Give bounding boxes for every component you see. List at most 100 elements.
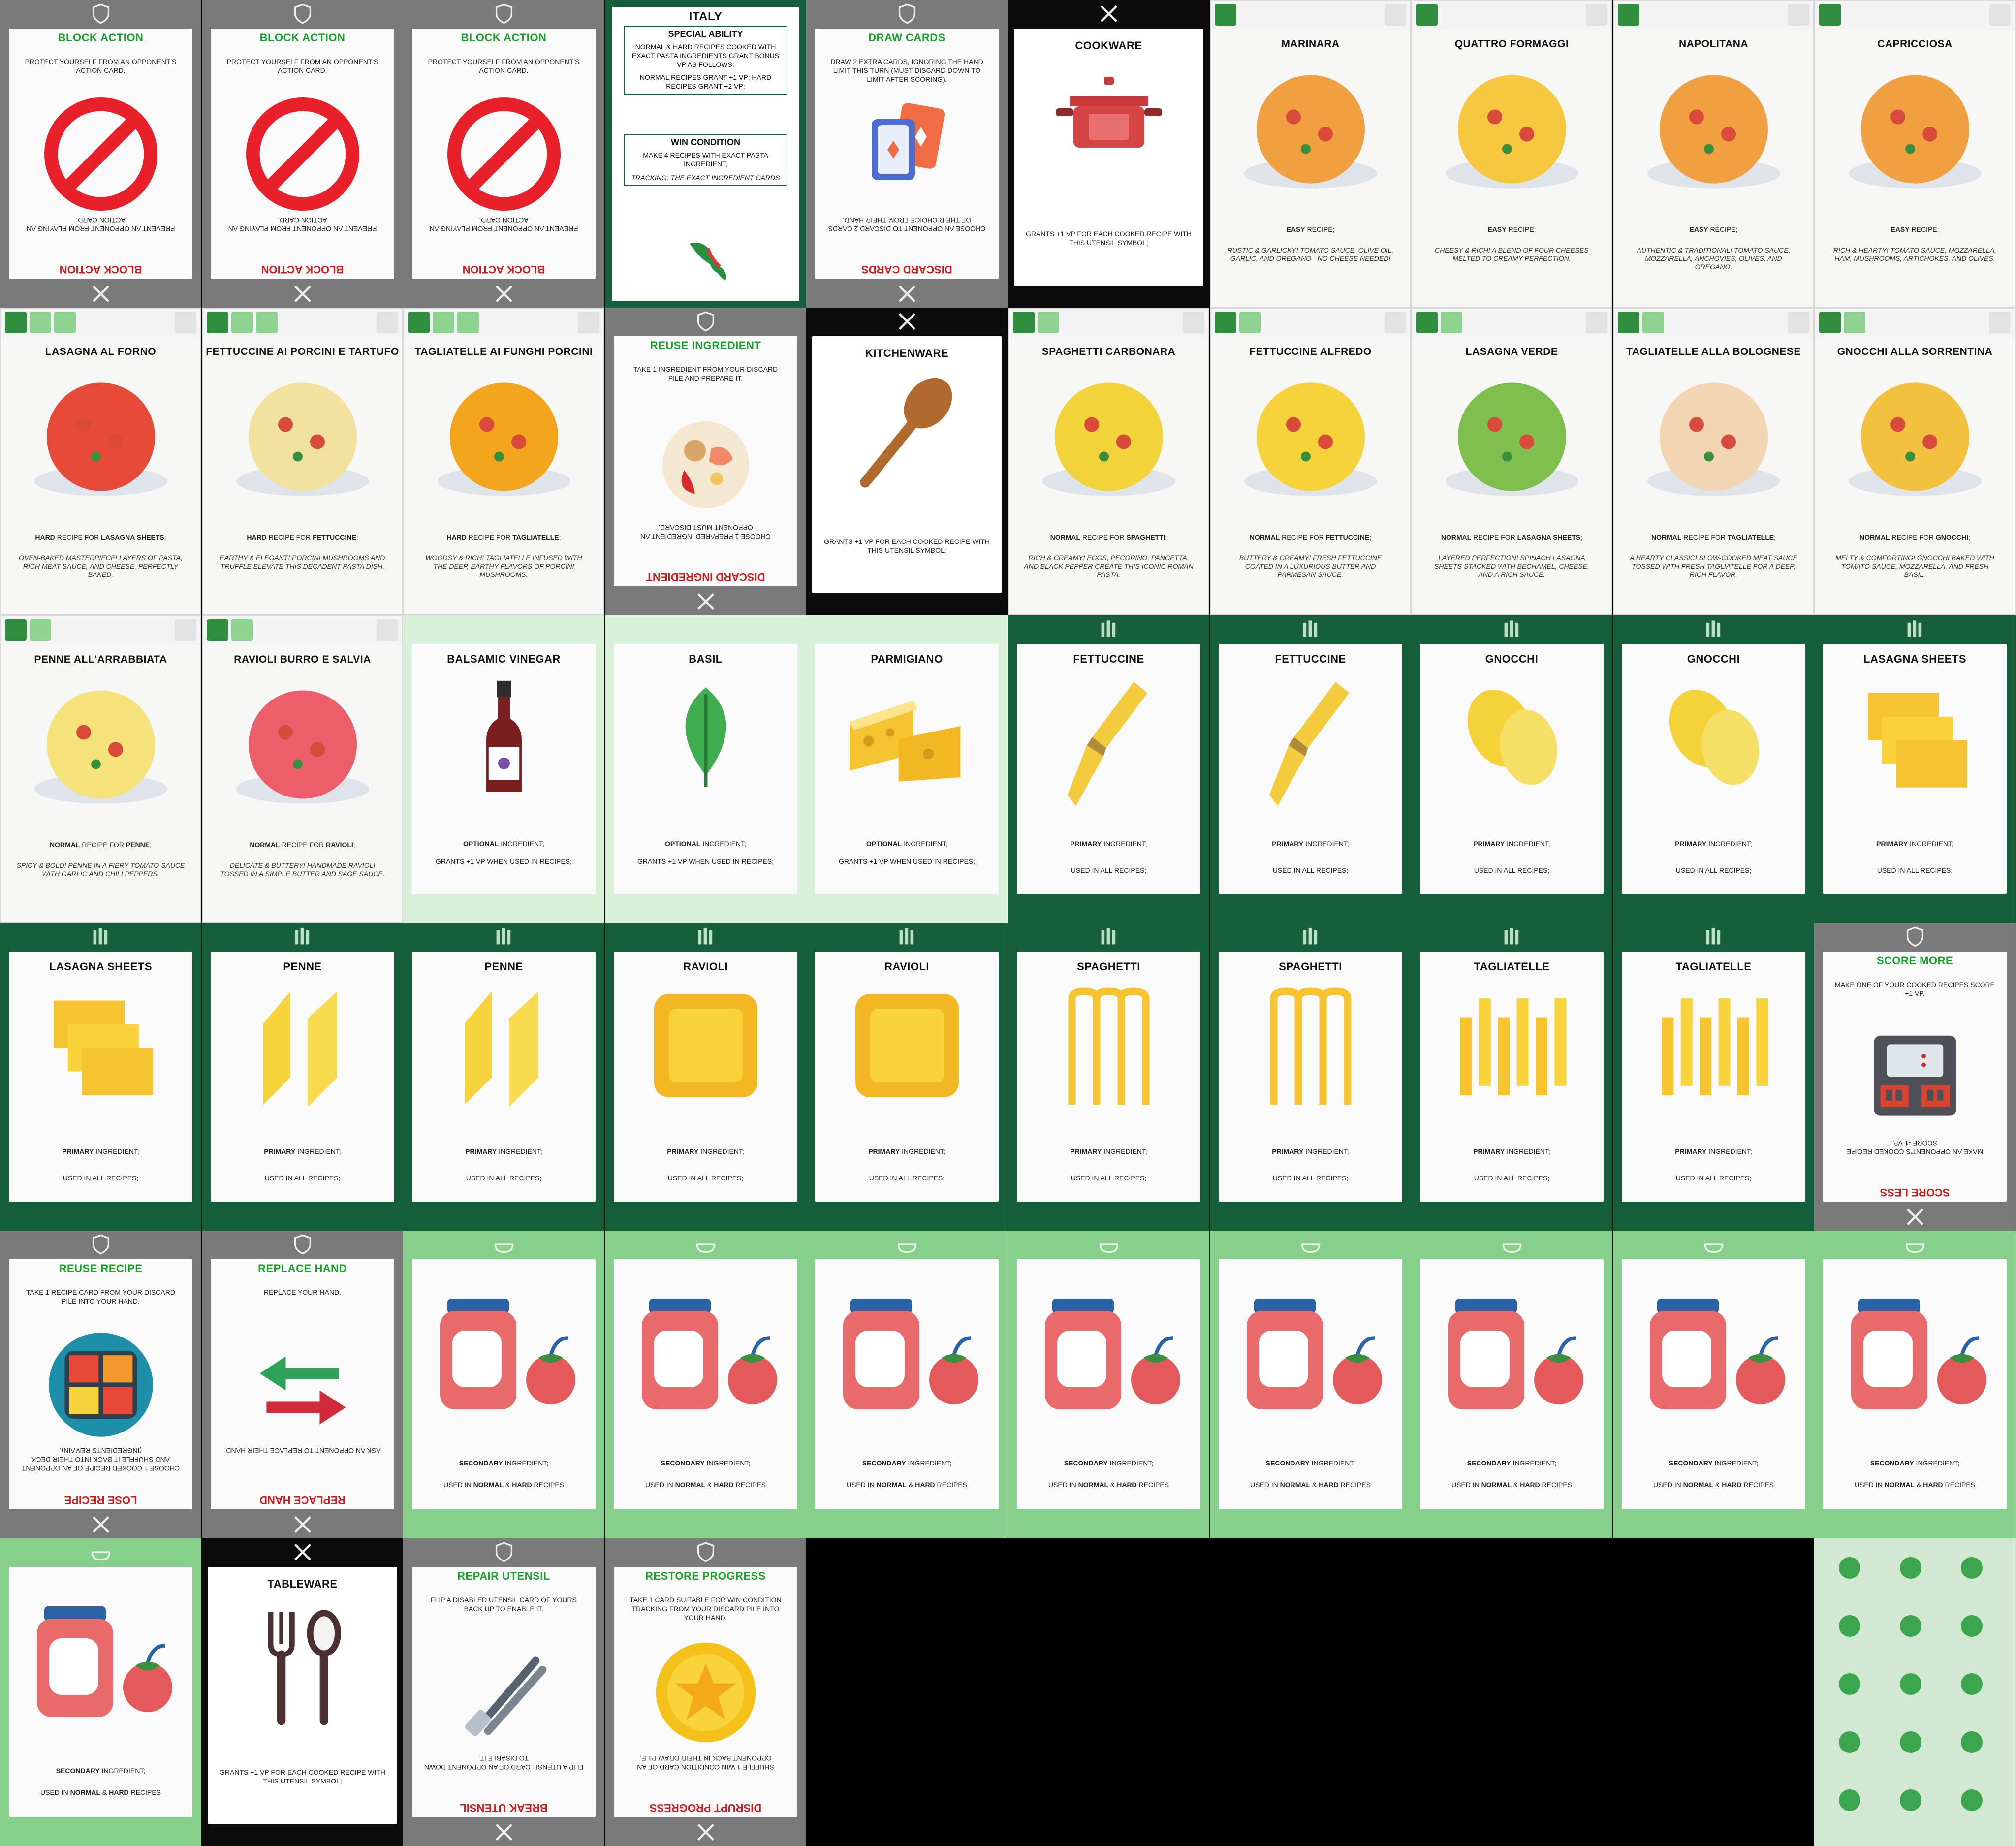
ingredient-kind: PRIMARY bbox=[1070, 1147, 1102, 1155]
gnocchi-icon bbox=[1453, 676, 1571, 797]
primary-ingredient-card: GNOCCHI PRIMARY INGREDIENT; USED IN ALL RE… bbox=[1613, 615, 1814, 923]
ingredient-kind: OPTIONAL bbox=[463, 840, 499, 848]
usage-used_post: RECIPES bbox=[935, 1481, 968, 1489]
recipe-card: TAGLIATELLE AI FUNGHI PORCINI HARD RECIPE… bbox=[403, 308, 604, 615]
ingredient-type-label: PRIMARY INGREDIENT; bbox=[1027, 1147, 1191, 1155]
recipe-card: RAVIOLI BURRO E SALVIA NORMAL RECIPE FOR … bbox=[202, 615, 403, 923]
ingredient-kind-suffix: INGREDIENT; bbox=[295, 1147, 341, 1155]
secondary-ingredient-card: SECONDARY INGREDIENT; USED IN NORMAL & HA… bbox=[1411, 1231, 1612, 1538]
recipe-level-label: NORMAL RECIPE FOR PENNE; bbox=[11, 841, 190, 849]
card-face: SECONDARY INGREDIENT; USED IN NORMAL & HA… bbox=[1017, 1259, 1200, 1509]
shield-icon bbox=[90, 1234, 112, 1255]
primary-ingredient-card: FETTUCCINE PRIMARY INGREDIENT; USED IN ALL… bbox=[1008, 615, 1209, 923]
utensil-tag-icon bbox=[1586, 312, 1607, 333]
semicolon: ; bbox=[356, 533, 358, 541]
semicolon: ; bbox=[1369, 533, 1372, 541]
recipe-level: NORMAL bbox=[1050, 533, 1081, 541]
tongs-icon bbox=[447, 1636, 561, 1751]
lasagna-icon bbox=[1900, 1557, 1922, 1579]
ingredient-kind: SECONDARY bbox=[1870, 1459, 1914, 1467]
card-description: FLIP A DISABLED UTENSIL CARD OF YOURS BA… bbox=[431, 1596, 577, 1613]
gnocchi-icon bbox=[1655, 676, 1773, 797]
ingredient-kind-suffix: INGREDIENT; bbox=[1914, 1459, 1960, 1467]
card-description: TAKE 1 CARD SUITABLE FOR WIN CONDITION T… bbox=[630, 1596, 782, 1622]
dish-icon bbox=[1438, 59, 1586, 199]
ingredient-usage-text: USED IN ALL RECIPES; bbox=[63, 1174, 139, 1182]
recipe-level-label: NORMAL RECIPE FOR LASAGNA SHEETS; bbox=[1422, 533, 1602, 541]
ingredient-kind-suffix: INGREDIENT; bbox=[1107, 1459, 1154, 1467]
card-title: TAGLIATELLE bbox=[1675, 960, 1752, 973]
spaghetti-icon bbox=[1060, 984, 1158, 1114]
inverse-description: CHOOSE 1 COOKED RECIPE OF AN OPPONENT AN… bbox=[21, 1447, 180, 1472]
recipe-level: EASY bbox=[1487, 225, 1507, 233]
ingredient-kind: SECONDARY bbox=[459, 1459, 503, 1467]
fusilli-icon bbox=[1900, 1673, 1922, 1695]
ingredient-kind: PRIMARY bbox=[868, 1147, 900, 1155]
ingredient-usage-text: USED IN NORMAL & HARD RECIPES bbox=[624, 1481, 788, 1489]
pasta-icon bbox=[90, 926, 112, 948]
ingredient-type-label: SECONDARY INGREDIENT; bbox=[1632, 1459, 1796, 1467]
card-face: SECONDARY INGREDIENT; USED IN NORMAL & HA… bbox=[614, 1259, 797, 1509]
ingredient-tags bbox=[1215, 312, 1261, 333]
recipe-flavor-text: EARTHY & ELEGANT! PORCINI MUSHROOMS AND … bbox=[220, 554, 385, 570]
primary-ingredient-card: TAGLIATELLE PRIMARY INGREDIENT; USED IN AL… bbox=[1411, 923, 1612, 1231]
pasta-icon bbox=[1300, 618, 1322, 640]
dish-icon bbox=[1640, 59, 1788, 199]
ingredient-kind-suffix: INGREDIENT; bbox=[900, 1147, 945, 1155]
primary-tag-icon bbox=[1215, 312, 1236, 333]
bowl-icon bbox=[1300, 1234, 1322, 1255]
usage-hard: HARD bbox=[1923, 1481, 1943, 1489]
no-entry-icon bbox=[44, 97, 158, 213]
fork-knife-icon bbox=[292, 1541, 314, 1563]
ingredient-kind: PRIMARY bbox=[1675, 1147, 1707, 1155]
primary-ingredient-card: RAVIOLI PRIMARY INGREDIENT; USED IN ALL RE… bbox=[806, 923, 1008, 1231]
usage-amp: & bbox=[1713, 1481, 1722, 1489]
sauce-jar-icon bbox=[1640, 1289, 1788, 1419]
card-face: KITCHENWARE GRANTS +1 VP FOR EACH COOKED … bbox=[812, 336, 1002, 593]
ingredient-type-label: SECONDARY INGREDIENT; bbox=[19, 1767, 183, 1775]
secondary-ingredient-card: SECONDARY INGREDIENT; USED IN NORMAL & HA… bbox=[806, 1231, 1008, 1538]
card-face: LASAGNA VERDE NORMAL RECIPE FOR LASAGNA S… bbox=[1412, 337, 1611, 614]
card-back bbox=[1814, 1538, 2016, 1846]
recipe-level-label: EASY RECIPE; bbox=[1422, 225, 1602, 233]
recipe-title: TAGLIATELLE AI FUNGHI PORCINI bbox=[414, 346, 593, 357]
utensil-tag-icon bbox=[1788, 4, 1809, 26]
ravioli-icon bbox=[846, 984, 969, 1110]
pasta-icon bbox=[1904, 618, 1926, 640]
pasta-icon bbox=[1703, 618, 1725, 640]
pasta-icon bbox=[1501, 618, 1523, 640]
ingredient-type-label: PRIMARY INGREDIENT; bbox=[422, 1147, 586, 1155]
cheese-icon bbox=[843, 678, 971, 789]
utensil-tag-icon bbox=[175, 619, 196, 641]
card-face: RAVIOLI PRIMARY INGREDIENT; USED IN ALL RE… bbox=[815, 952, 999, 1202]
primary-ingredient-card: PENNE PRIMARY INGREDIENT; USED IN ALL RECI… bbox=[403, 923, 604, 1231]
usage-hard: HARD bbox=[1722, 1481, 1742, 1489]
recipe-pasta: SPAGHETTI bbox=[1126, 533, 1166, 541]
cucumber-icon bbox=[1839, 1615, 1860, 1637]
tagliatelle-icon bbox=[1655, 984, 1773, 1114]
card-description: TAKE 1 INGREDIENT FROM YOUR DISCARD PILE… bbox=[633, 365, 778, 382]
ingredient-kind: PRIMARY bbox=[1876, 840, 1908, 848]
secondary-ingredient-card: SECONDARY INGREDIENT; USED IN NORMAL & HA… bbox=[605, 1231, 806, 1538]
secondary-tag-icon bbox=[30, 312, 51, 333]
ingredient-kind-suffix: INGREDIENT; bbox=[497, 1147, 542, 1155]
ingredient-kind: OPTIONAL bbox=[866, 840, 902, 848]
card-face: SECONDARY INGREDIENT; USED IN NORMAL & HA… bbox=[1420, 1259, 1604, 1509]
recipe-level-label: EASY RECIPE; bbox=[1825, 225, 2005, 233]
recipe-flavor-text: OVEN-BAKED MASTERPIECE! LAYERS OF PASTA,… bbox=[19, 554, 183, 578]
ingredient-tags bbox=[1618, 4, 1639, 26]
usage-used_post: RECIPES bbox=[733, 1481, 766, 1489]
ingredient-usage-text: USED IN NORMAL & HARD RECIPES bbox=[1833, 1481, 1997, 1489]
utensil-tag-icon bbox=[1788, 312, 1809, 333]
card-title: TABLEWARE bbox=[267, 1578, 338, 1590]
primary-tag-icon bbox=[1819, 4, 1841, 26]
recipe-title: FETTUCCINE ALFREDO bbox=[1249, 346, 1372, 357]
inverse-title: DISCARD CARDS bbox=[861, 263, 952, 276]
no-entry-icon bbox=[246, 97, 359, 213]
ingredient-type-label: OPTIONAL INGREDIENT; bbox=[825, 840, 989, 848]
character-name: ITALY bbox=[689, 10, 723, 23]
card-description: MAKE ONE OF YOUR COOKED RECIPES SCORE +1… bbox=[1835, 981, 1995, 997]
ingredient-tags bbox=[207, 312, 278, 333]
dish-icon bbox=[229, 367, 377, 507]
pot-icon bbox=[1050, 63, 1168, 164]
